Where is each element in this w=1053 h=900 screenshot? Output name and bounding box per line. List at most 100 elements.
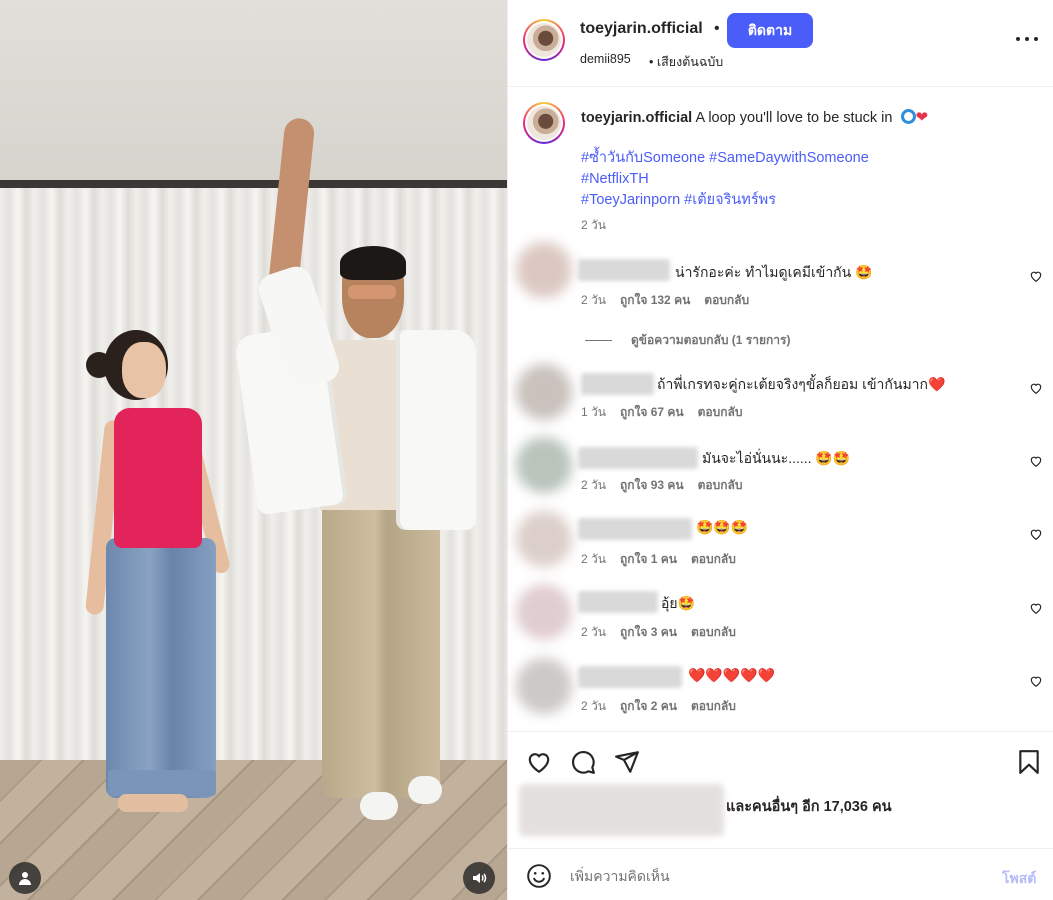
comment-like-heart-icon[interactable] [1029, 674, 1043, 688]
man-pants [322, 488, 440, 798]
author-username[interactable]: toeyjarin.official [580, 20, 703, 38]
post-header: toeyjarin.official • ติดตาม demii895 • เ… [508, 0, 1053, 87]
comment-avatar[interactable] [516, 658, 572, 714]
comment-icon[interactable] [570, 749, 596, 775]
comment-like-heart-icon[interactable] [1029, 454, 1043, 468]
comment-meta: 1 วัน ถูกใจ 67 คน ตอบกลับ [581, 403, 742, 422]
tagged-users-button[interactable] [9, 862, 41, 894]
comment-username-redacted[interactable] [578, 518, 692, 540]
man-sock-right [408, 776, 442, 804]
comment-username-redacted[interactable] [578, 259, 670, 281]
comment-reply-button[interactable]: ตอบกลับ [691, 625, 736, 639]
comment-avatar[interactable] [516, 364, 572, 420]
comment-avatar[interactable] [516, 584, 572, 640]
comment-like-heart-icon[interactable] [1029, 601, 1043, 615]
liked-by-redacted[interactable] [519, 784, 724, 836]
comment-text: อุ้ย🤩 [661, 595, 696, 611]
view-replies-button[interactable]: ดูข้อความตอบกลับ (1 รายการ) [585, 331, 790, 350]
follow-button[interactable]: ติดตาม [727, 13, 813, 48]
comment-input[interactable] [570, 863, 970, 889]
comment-time[interactable]: 2 วัน [581, 478, 606, 492]
comment-time[interactable]: 2 วัน [581, 625, 606, 639]
comment-reply-button[interactable]: ตอบกลับ [704, 293, 749, 307]
post-actions: และคนอื่นๆ อีก 17,036 คน [508, 731, 1053, 848]
reply-line [585, 340, 612, 341]
author-avatar[interactable] [523, 19, 565, 61]
woman-jeans [106, 538, 216, 798]
audio-title[interactable]: • เสียงต้นฉบับ [649, 52, 723, 72]
post-comment-button[interactable]: โพสต์ [1002, 868, 1036, 890]
woman-top [114, 408, 202, 548]
woman-face [122, 342, 166, 398]
comment-likes[interactable]: ถูกใจ 3 คน [620, 625, 677, 639]
comment-text: น่ารักอะค่ะ ทำไมดูเคมีเข้ากัน 🤩 [675, 264, 873, 280]
comment-reply-button[interactable]: ตอบกลับ [691, 699, 736, 713]
comment-time[interactable]: 2 วัน [581, 293, 606, 307]
caption-timestamp[interactable]: 2 วัน [581, 216, 606, 235]
comment-meta: 2 วัน ถูกใจ 93 คน ตอบกลับ [581, 476, 742, 495]
caption-text-line: toeyjarin.official A loop you'll love to… [581, 108, 928, 126]
comment-likes[interactable]: ถูกใจ 93 คน [620, 478, 684, 492]
likes-count[interactable]: และคนอื่นๆ อีก 17,036 คน [726, 795, 892, 818]
comment-time[interactable]: 1 วัน [581, 405, 606, 419]
man-sunglasses [348, 285, 396, 299]
comment-time[interactable]: 2 วัน [581, 552, 606, 566]
comment-likes[interactable]: ถูกใจ 1 คน [620, 552, 677, 566]
comment-like-heart-icon[interactable] [1029, 269, 1043, 283]
comment-username-redacted[interactable] [581, 373, 654, 395]
comment-text: มันจะไอ่นั่นนะ...... 🤩🤩 [702, 450, 851, 466]
caption-username[interactable]: toeyjarin.official [581, 110, 692, 126]
add-comment-bar: โพสต์ [508, 848, 1053, 900]
comment-avatar[interactable] [516, 242, 572, 298]
comment-meta: 2 วัน ถูกใจ 3 คน ตอบกลับ [581, 623, 736, 642]
video-curtain-rail [0, 180, 507, 188]
comment-meta: 2 วัน ถูกใจ 1 คน ตอบกลับ [581, 550, 736, 569]
man-jacket-right [396, 330, 476, 530]
comment-avatar[interactable] [516, 437, 572, 493]
hashtag-line[interactable]: #NetflixTH [581, 169, 869, 190]
caption-author-avatar[interactable] [523, 102, 565, 144]
comment-username-redacted[interactable] [578, 666, 682, 688]
comment-reply-button[interactable]: ตอบกลับ [691, 552, 736, 566]
comment-text: ❤️❤️❤️❤️❤️ [688, 667, 776, 683]
comment-username-redacted[interactable] [578, 591, 658, 613]
comment-likes[interactable]: ถูกใจ 67 คน [620, 405, 684, 419]
caption-hashtags: #ซ้ำวันกับSomeone #SameDaywithSomeone #N… [581, 148, 869, 211]
comment-meta: 2 วัน ถูกใจ 132 คน ตอบกลับ [581, 291, 749, 310]
bookmark-icon[interactable] [1016, 749, 1042, 775]
emoji-icon[interactable] [526, 863, 552, 889]
comments-list: น่ารักอะค่ะ ทำไมดูเคมีเข้ากัน 🤩 2 วันถูก… [508, 240, 1053, 730]
comment-reply-button[interactable]: ตอบกลับ [698, 478, 743, 492]
comment-text: 🤩🤩🤩 [696, 519, 749, 535]
post-side-panel: toeyjarin.official • ติดตาม demii895 • เ… [507, 0, 1053, 900]
user-tag-icon [19, 872, 31, 885]
woman-feet [118, 794, 188, 812]
comment-meta: 2 วัน ถูกใจ 2 คน ตอบกลับ [581, 697, 736, 716]
comment-username-redacted[interactable] [578, 447, 698, 469]
post-video[interactable] [0, 0, 507, 900]
man-sock-left [360, 792, 398, 820]
more-options-icon[interactable] [1016, 32, 1038, 46]
comment-text: ถ้าพี่เกรทจะคู่กะเต้ยจริงๆขั้ลก็ยอม เข้า… [657, 376, 946, 392]
video-ceiling [0, 0, 507, 182]
comment-avatar[interactable] [516, 511, 572, 567]
comment-likes[interactable]: ถูกใจ 2 คน [620, 699, 677, 713]
post-dialog: toeyjarin.official • ติดตาม demii895 • เ… [0, 0, 1053, 900]
comment-like-heart-icon[interactable] [1029, 527, 1043, 541]
woman-jeans-cuff [108, 770, 216, 796]
hashtag-line[interactable]: #ToeyJarinporn #เต้ยจรินทร์พร [581, 190, 869, 211]
hashtag-line[interactable]: #ซ้ำวันกับSomeone #SameDaywithSomeone [581, 148, 869, 169]
share-icon[interactable] [614, 749, 640, 775]
heart-icon[interactable] [526, 749, 552, 775]
header-separator-dot: • [714, 20, 720, 37]
sound-on-icon [473, 873, 487, 883]
comment-reply-button[interactable]: ตอบกลับ [698, 405, 743, 419]
sound-toggle-button[interactable] [463, 862, 495, 894]
comment-time[interactable]: 2 วัน [581, 699, 606, 713]
caption-text: A loop you'll love to be stuck in [695, 110, 893, 126]
heart-emoji-icon: ❤ [915, 109, 929, 126]
comment-like-heart-icon[interactable] [1029, 381, 1043, 395]
comment-likes[interactable]: ถูกใจ 132 คน [620, 293, 690, 307]
man-hair [340, 246, 406, 280]
audio-owner[interactable]: demii895 [580, 52, 631, 66]
